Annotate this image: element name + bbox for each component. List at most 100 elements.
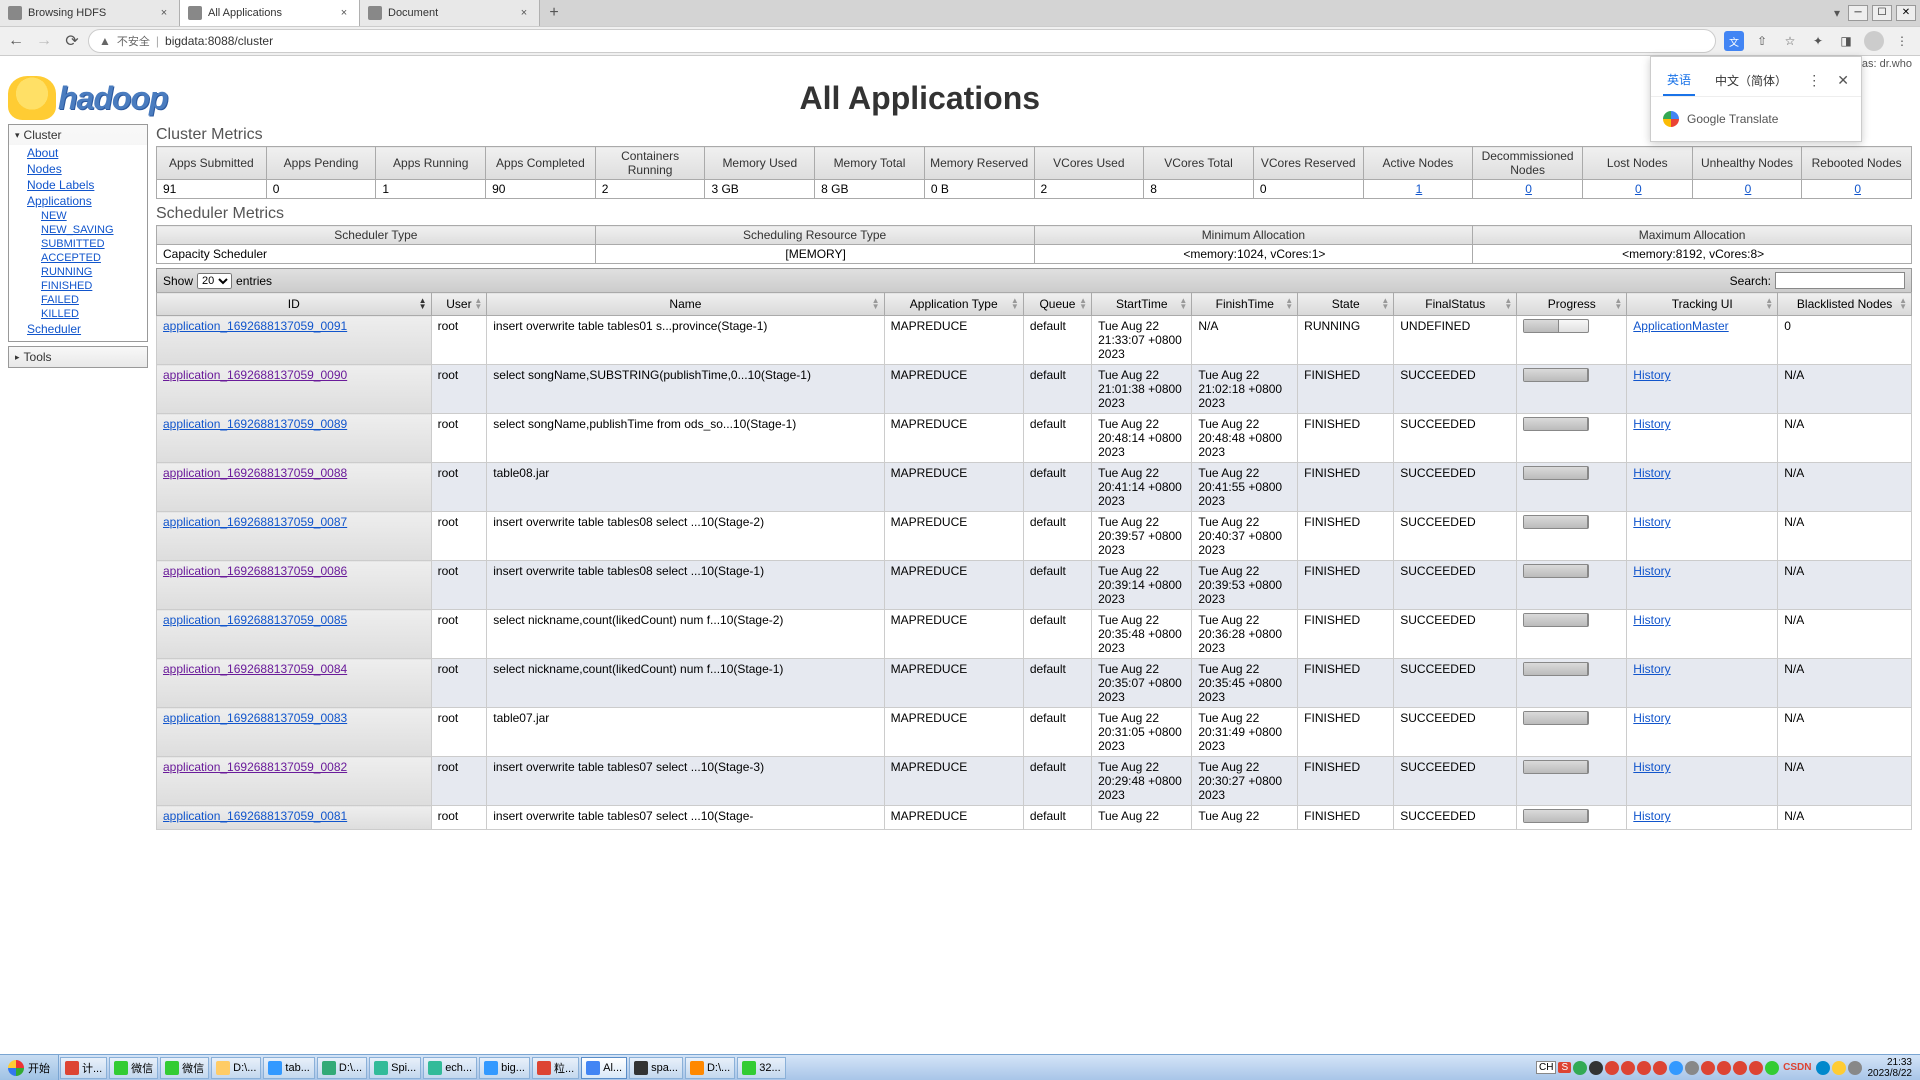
sidebar-link[interactable]: About: [27, 145, 147, 161]
app-id-link[interactable]: application_1692688137059_0082: [163, 760, 347, 774]
sidebar-link[interactable]: Applications: [27, 193, 147, 209]
tracking-link[interactable]: History: [1633, 417, 1670, 431]
app-column-header[interactable]: ID▲▼: [157, 293, 432, 316]
tray-icon[interactable]: [1685, 1061, 1699, 1075]
sidebar-app-state[interactable]: FAILED: [41, 293, 147, 307]
app-column-header[interactable]: StartTime▲▼: [1092, 293, 1192, 316]
hadoop-logo[interactable]: hadoop: [8, 76, 168, 120]
sidepanel-icon[interactable]: ◨: [1836, 31, 1856, 51]
entries-select[interactable]: 20: [197, 273, 232, 289]
tab-close-icon[interactable]: ×: [157, 6, 171, 20]
translate-tab-en[interactable]: 英语: [1663, 65, 1695, 96]
tray-icon[interactable]: [1653, 1061, 1667, 1075]
taskbar-item[interactable]: big...: [479, 1057, 530, 1079]
tray-icon[interactable]: [1832, 1061, 1846, 1075]
tracking-link[interactable]: History: [1633, 466, 1670, 480]
app-column-header[interactable]: Application Type▲▼: [884, 293, 1023, 316]
sidebar-app-state[interactable]: NEW: [41, 209, 147, 223]
app-id-link[interactable]: application_1692688137059_0081: [163, 809, 347, 823]
app-column-header[interactable]: State▲▼: [1298, 293, 1394, 316]
sidebar-scheduler[interactable]: Scheduler: [27, 321, 147, 337]
taskbar-item[interactable]: 微信: [160, 1057, 209, 1079]
maximize-button[interactable]: ☐: [1872, 5, 1892, 21]
taskbar-item[interactable]: D:\...: [211, 1057, 261, 1079]
taskbar-item[interactable]: 粒...: [532, 1057, 579, 1079]
metrics-link[interactable]: 0: [1525, 182, 1532, 196]
reload-button[interactable]: ⟳: [60, 29, 84, 53]
tray-icon[interactable]: [1848, 1061, 1862, 1075]
app-id-link[interactable]: application_1692688137059_0087: [163, 515, 347, 529]
close-button[interactable]: ✕: [1896, 5, 1916, 21]
sidebar-link[interactable]: Nodes: [27, 161, 147, 177]
app-id-link[interactable]: application_1692688137059_0088: [163, 466, 347, 480]
sidebar-app-state[interactable]: KILLED: [41, 307, 147, 321]
metrics-link[interactable]: 0: [1854, 182, 1861, 196]
taskbar-item[interactable]: Al...: [581, 1057, 627, 1079]
tray-icon[interactable]: [1717, 1061, 1731, 1075]
language-indicator[interactable]: CH: [1536, 1061, 1556, 1074]
tray-icon[interactable]: [1765, 1061, 1779, 1075]
tab-close-icon[interactable]: ×: [337, 6, 351, 20]
tracking-link[interactable]: History: [1633, 613, 1670, 627]
app-column-header[interactable]: User▲▼: [431, 293, 487, 316]
tracking-link[interactable]: History: [1633, 564, 1670, 578]
taskbar-item[interactable]: 微信: [109, 1057, 158, 1079]
back-button[interactable]: ←: [4, 29, 28, 53]
bookmark-icon[interactable]: ☆: [1780, 31, 1800, 51]
url-input[interactable]: ▲ 不安全 | bigdata:8088/cluster: [88, 29, 1716, 53]
sidebar-link[interactable]: Node Labels: [27, 177, 147, 193]
translate-icon[interactable]: 文: [1724, 31, 1744, 51]
tray-icon[interactable]: [1605, 1061, 1619, 1075]
metrics-link[interactable]: 0: [1745, 182, 1752, 196]
app-id-link[interactable]: application_1692688137059_0091: [163, 319, 347, 333]
app-id-link[interactable]: application_1692688137059_0084: [163, 662, 347, 676]
sidebar-app-state[interactable]: RUNNING: [41, 265, 147, 279]
tray-icon[interactable]: [1733, 1061, 1747, 1075]
ime-indicator[interactable]: S: [1558, 1062, 1571, 1073]
tray-icon[interactable]: [1621, 1061, 1635, 1075]
tracking-link[interactable]: History: [1633, 711, 1670, 725]
taskbar-item[interactable]: 32...: [737, 1057, 785, 1079]
app-column-header[interactable]: Blacklisted Nodes▲▼: [1778, 293, 1912, 316]
app-column-header[interactable]: Tracking UI▲▼: [1627, 293, 1778, 316]
start-button[interactable]: 开始: [0, 1055, 59, 1080]
tray-icon[interactable]: [1589, 1061, 1603, 1075]
sidebar-app-state[interactable]: SUBMITTED: [41, 237, 147, 251]
app-id-link[interactable]: application_1692688137059_0085: [163, 613, 347, 627]
tray-icon[interactable]: [1816, 1061, 1830, 1075]
taskbar-item[interactable]: D:\...: [685, 1057, 735, 1079]
clock[interactable]: 21:33 2023/8/22: [1864, 1057, 1917, 1079]
app-column-header[interactable]: FinishTime▲▼: [1192, 293, 1298, 316]
app-id-link[interactable]: application_1692688137059_0086: [163, 564, 347, 578]
app-id-link[interactable]: application_1692688137059_0090: [163, 368, 347, 382]
app-column-header[interactable]: Queue▲▼: [1023, 293, 1091, 316]
tracking-link[interactable]: History: [1633, 368, 1670, 382]
app-id-link[interactable]: application_1692688137059_0089: [163, 417, 347, 431]
minimize-button[interactable]: ─: [1848, 5, 1868, 21]
app-column-header[interactable]: Progress▲▼: [1517, 293, 1627, 316]
profile-icon[interactable]: [1864, 31, 1884, 51]
tracking-link[interactable]: History: [1633, 515, 1670, 529]
tracking-link[interactable]: ApplicationMaster: [1633, 319, 1728, 333]
menu-icon[interactable]: ⋮: [1892, 31, 1912, 51]
share-icon[interactable]: ⇧: [1752, 31, 1772, 51]
extensions-icon[interactable]: ✦: [1808, 31, 1828, 51]
app-column-header[interactable]: FinalStatus▲▼: [1394, 293, 1517, 316]
sidebar-app-state[interactable]: NEW_SAVING: [41, 223, 147, 237]
taskbar-item[interactable]: Spi...: [369, 1057, 421, 1079]
metrics-link[interactable]: 0: [1635, 182, 1642, 196]
tab-dropdown[interactable]: ▾: [1826, 6, 1848, 20]
taskbar-item[interactable]: spa...: [629, 1057, 683, 1079]
tracking-link[interactable]: History: [1633, 662, 1670, 676]
taskbar-item[interactable]: ech...: [423, 1057, 477, 1079]
app-id-link[interactable]: application_1692688137059_0083: [163, 711, 347, 725]
taskbar-item[interactable]: D:\...: [317, 1057, 367, 1079]
taskbar-item[interactable]: tab...: [263, 1057, 314, 1079]
browser-tab[interactable]: Browsing HDFS×: [0, 0, 180, 26]
tray-icon[interactable]: [1637, 1061, 1651, 1075]
forward-button[interactable]: →: [32, 29, 56, 53]
search-input[interactable]: [1775, 272, 1905, 289]
tracking-link[interactable]: History: [1633, 760, 1670, 774]
tray-icon[interactable]: [1701, 1061, 1715, 1075]
tracking-link[interactable]: History: [1633, 809, 1670, 823]
